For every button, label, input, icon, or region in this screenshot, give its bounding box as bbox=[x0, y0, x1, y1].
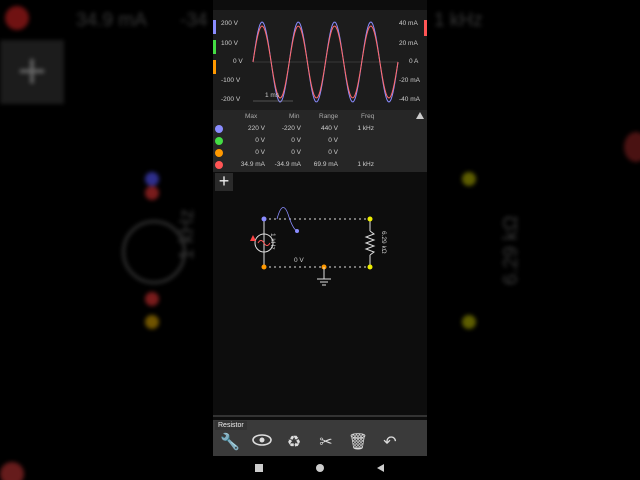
cell-min: -34.9 mA bbox=[274, 161, 301, 168]
axis-label-neg100v: -100 V bbox=[221, 77, 241, 84]
oscilloscope-panel[interactable]: 200 V 100 V 0 V -100 V -200 V 40 mA 20 m… bbox=[213, 10, 427, 110]
axis-label-40ma: 40 mA bbox=[399, 20, 418, 27]
collapse-triangle-icon[interactable] bbox=[416, 112, 424, 119]
bg-node-dot bbox=[462, 315, 476, 329]
android-nav-bar bbox=[213, 456, 427, 480]
axis-label-0v: 0 V bbox=[233, 58, 243, 65]
axis-label-neg40ma: -40 mA bbox=[399, 96, 420, 103]
node-dot[interactable] bbox=[261, 264, 267, 270]
axis-label-0a: 0 A bbox=[409, 58, 419, 65]
square-nav-icon[interactable] bbox=[255, 464, 263, 472]
table-row[interactable]: 0 V 0 V 0 V bbox=[213, 147, 427, 159]
divider bbox=[213, 415, 427, 417]
cell-max: 0 V bbox=[255, 149, 265, 156]
bg-node-dot bbox=[145, 172, 159, 186]
scissors-icon[interactable]: ✂ bbox=[315, 432, 337, 454]
cell-range: 0 V bbox=[328, 149, 338, 156]
header-freq: Freq bbox=[361, 113, 375, 120]
orange-color-marker bbox=[213, 60, 216, 74]
axis-label-200v: 200 V bbox=[221, 20, 238, 27]
cell-min: 0 V bbox=[291, 149, 301, 156]
recycle-icon[interactable]: ♻ bbox=[283, 432, 305, 454]
app-window: 200 V 100 V 0 V -100 V -200 V 40 mA 20 m… bbox=[213, 0, 427, 480]
add-component-button[interactable]: + bbox=[215, 172, 233, 191]
node-dot[interactable] bbox=[367, 264, 373, 270]
circuit-canvas[interactable]: 1 kHz 6.29 kΩ 0 V bbox=[213, 195, 427, 410]
time-scale-label: 1 ms bbox=[265, 92, 280, 99]
header-range: Range bbox=[319, 113, 339, 120]
header-min: Min bbox=[289, 113, 300, 120]
resistor-symbol[interactable] bbox=[364, 230, 376, 256]
axis-label-neg200v: -200 V bbox=[221, 96, 241, 103]
bg-node-dot bbox=[145, 292, 159, 306]
header-max: Max bbox=[245, 113, 258, 120]
bg-resistor-label: 6.29 kΩ bbox=[500, 215, 522, 285]
trace-color-dot bbox=[215, 161, 223, 169]
cell-min: 0 V bbox=[291, 137, 301, 144]
bg-red-dot bbox=[0, 462, 24, 480]
measurement-table: Max Min Range Freq 220 V -220 V 440 V 1 … bbox=[213, 110, 427, 172]
current-arrow-icon bbox=[250, 235, 256, 241]
trace-color-dot bbox=[215, 137, 223, 145]
trash-icon[interactable]: 🗑 bbox=[347, 432, 369, 454]
bg-red-dot bbox=[5, 6, 29, 30]
bg-freq-readout: 1 kHz bbox=[434, 10, 483, 31]
cell-freq: 1 kHz bbox=[357, 125, 374, 132]
wire-voltage-label: 0 V bbox=[294, 257, 304, 264]
wrench-icon[interactable]: 🔧 bbox=[219, 432, 241, 454]
cell-max: 220 V bbox=[248, 125, 265, 132]
resistor-value-label: 6.29 kΩ bbox=[380, 231, 387, 254]
eye-icon[interactable] bbox=[251, 432, 273, 454]
circle-nav-icon[interactable] bbox=[316, 464, 324, 472]
axis-label-neg20ma: -20 mA bbox=[399, 77, 420, 84]
cell-range: 0 V bbox=[328, 137, 338, 144]
bg-current-readout: 34.9 mA bbox=[76, 10, 147, 31]
bg-source-label: 1 kHz bbox=[176, 208, 198, 260]
bg-node-dot bbox=[462, 172, 476, 186]
table-row[interactable]: 34.9 mA -34.9 mA 69.9 mA 1 kHz bbox=[213, 159, 427, 171]
triangle-back-icon[interactable] bbox=[377, 464, 384, 472]
cell-max: 0 V bbox=[255, 137, 265, 144]
source-freq-label: 1 kHz bbox=[269, 233, 276, 250]
cell-freq: 1 kHz bbox=[357, 161, 374, 168]
node-dot[interactable] bbox=[261, 216, 267, 222]
green-color-marker bbox=[213, 40, 216, 54]
node-dot[interactable] bbox=[367, 216, 373, 222]
undo-icon[interactable]: ↶ bbox=[379, 432, 401, 454]
cell-range: 69.9 mA bbox=[313, 161, 338, 168]
table-row[interactable]: 0 V 0 V 0 V bbox=[213, 135, 427, 147]
table-row[interactable]: 220 V -220 V 440 V 1 kHz bbox=[213, 123, 427, 135]
bg-current-min: -34 bbox=[180, 10, 208, 31]
bg-add-icon: + bbox=[0, 40, 64, 104]
trace-color-dot bbox=[215, 125, 223, 133]
voltage-color-marker bbox=[213, 20, 216, 34]
oscilloscope-plot bbox=[213, 20, 427, 103]
current-color-marker bbox=[424, 20, 427, 36]
cell-min: -220 V bbox=[281, 125, 301, 132]
trace-color-dot bbox=[215, 149, 223, 157]
bg-red-dot bbox=[624, 132, 640, 162]
cell-range: 440 V bbox=[321, 125, 338, 132]
bg-node-dot bbox=[145, 315, 159, 329]
axis-label-20ma: 20 mA bbox=[399, 40, 418, 47]
axis-label-100v: 100 V bbox=[221, 40, 238, 47]
bg-node-dot bbox=[145, 186, 159, 200]
circuit-drawing bbox=[250, 207, 376, 286]
toolbar-title: Resistor bbox=[215, 421, 247, 430]
cell-max: 34.9 mA bbox=[240, 161, 265, 168]
